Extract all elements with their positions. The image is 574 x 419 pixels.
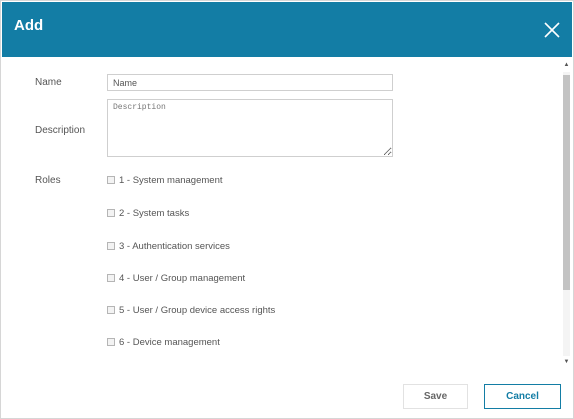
cancel-button[interactable]: Cancel [484, 384, 561, 409]
save-button[interactable]: Save [403, 384, 468, 409]
role-checkbox-3[interactable]: 3 - Authentication services [107, 239, 230, 253]
description-input[interactable] [107, 99, 393, 157]
dialog-header: Add [2, 2, 572, 57]
name-input[interactable] [107, 74, 393, 91]
scroll-track[interactable] [563, 72, 570, 356]
role-checkbox-6[interactable]: 6 - Device management [107, 335, 220, 349]
role-label: 2 - System tasks [119, 207, 190, 219]
role-checkbox-2[interactable]: 2 - System tasks [107, 206, 189, 220]
checkbox[interactable] [107, 209, 115, 217]
chevron-down-icon[interactable]: ▼ [562, 358, 571, 367]
name-label: Name [35, 77, 62, 88]
checkbox[interactable] [107, 338, 115, 346]
close-button[interactable] [542, 20, 562, 40]
role-label: 4 - User / Group management [119, 272, 246, 284]
role-label: 6 - Device management [119, 336, 220, 348]
description-label: Description [35, 125, 86, 136]
checkbox[interactable] [107, 176, 115, 184]
dialog-title: Add [14, 17, 44, 34]
vertical-scrollbar[interactable]: ▲ ▼ [562, 61, 571, 367]
close-icon [544, 22, 560, 38]
dialog-body: Name Description Roles 1 - System manage… [2, 57, 572, 367]
roles-label: Roles [35, 175, 61, 186]
scroll-thumb[interactable] [563, 75, 570, 290]
role-label: 5 - User / Group device access rights [119, 304, 276, 316]
checkbox[interactable] [107, 274, 115, 282]
role-checkbox-4[interactable]: 4 - User / Group management [107, 271, 245, 285]
checkbox[interactable] [107, 242, 115, 250]
role-checkbox-1[interactable]: 1 - System management [107, 173, 223, 187]
chevron-up-icon[interactable]: ▲ [562, 61, 571, 70]
add-dialog: Add Name Description Roles 1 - System ma… [0, 0, 574, 419]
role-label: 1 - System management [119, 174, 223, 186]
role-label: 3 - Authentication services [119, 240, 230, 252]
checkbox[interactable] [107, 306, 115, 314]
role-checkbox-5[interactable]: 5 - User / Group device access rights [107, 303, 275, 317]
